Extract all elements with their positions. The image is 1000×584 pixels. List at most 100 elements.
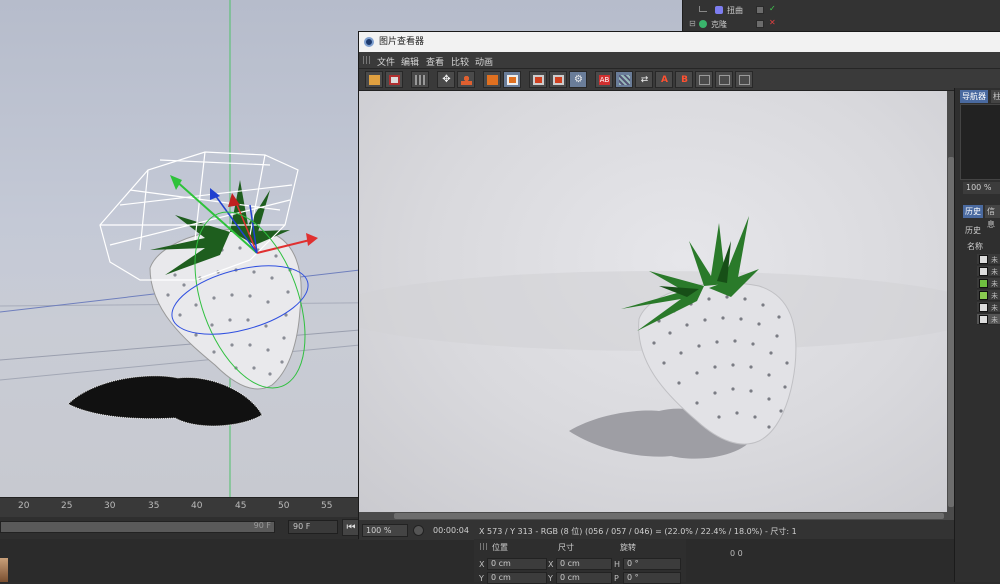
timeline-ruler[interactable]: 20 25 30 35 40 45 50 55	[0, 497, 360, 517]
rotation-h-field[interactable]: 0 °	[623, 558, 681, 570]
cinema4d-logo-icon	[364, 37, 374, 47]
viewer-title: 图片查看器	[379, 37, 425, 47]
gear-icon: ⚙	[574, 74, 583, 85]
size-x-field[interactable]: 0 cm	[556, 558, 612, 570]
object-name: 扭曲	[727, 6, 743, 15]
position-header: 位置	[492, 543, 508, 552]
move-button[interactable]: ✥	[437, 71, 455, 88]
picture-viewer-window: 图片查看器 文件 编辑 查看 比较 动画 ✥ ⚙ AB ⇄ A B 100 % …	[358, 31, 1000, 540]
tab-histogram[interactable]: 柱	[991, 90, 1000, 103]
set-b-button[interactable]: B	[675, 71, 693, 88]
history-thumbnail	[979, 303, 988, 312]
ruler-label: 30	[104, 501, 116, 511]
viewer-status-bar: 100 % 00:00:04 X 573 / Y 313 - RGB (8 位)…	[359, 520, 1000, 540]
tab-info[interactable]: 信息	[985, 205, 1000, 229]
menu-edit[interactable]: 编辑	[401, 55, 419, 68]
ab-icon: AB	[599, 75, 610, 85]
history-item[interactable]: 未	[977, 302, 1000, 313]
user-icon	[461, 75, 472, 85]
compare-icon	[739, 75, 750, 85]
ruler-label: 25	[61, 501, 73, 511]
swap-button[interactable]: ⇄	[635, 71, 653, 88]
history-item-selected[interactable]: 未	[977, 314, 1000, 325]
history-thumbnail	[979, 267, 988, 276]
grip-icon	[480, 543, 487, 550]
viewer-title-bar[interactable]: 图片查看器	[359, 32, 1000, 52]
history-item[interactable]: 未	[977, 266, 1000, 277]
menu-file[interactable]: 文件	[377, 55, 395, 68]
history-label: 历史	[965, 226, 981, 235]
rotation-header: 旋转	[620, 543, 636, 552]
render-image-area[interactable]	[359, 91, 947, 512]
navigator-zoom[interactable]: 100 %	[963, 182, 1000, 194]
visibility-toggle[interactable]	[756, 20, 764, 28]
compare-left-button[interactable]	[695, 71, 713, 88]
viewer-toolbar: ✥ ⚙ AB ⇄ A B	[359, 69, 1000, 91]
tab-history[interactable]: 历史	[963, 205, 983, 218]
menu-compare[interactable]: 比较	[451, 55, 469, 68]
user-button[interactable]	[457, 71, 475, 88]
object-row-bend[interactable]: 扭曲 ✓	[683, 4, 1000, 17]
save-icon	[389, 75, 400, 85]
grip-icon	[363, 56, 371, 64]
history-item[interactable]: 未	[977, 278, 1000, 289]
menu-view[interactable]: 查看	[426, 55, 444, 68]
rotation-p-field[interactable]: 0 °	[623, 572, 681, 584]
filter-icon	[507, 75, 518, 85]
render-button[interactable]	[549, 71, 567, 88]
letter-b-icon: B	[681, 75, 688, 85]
zoom-field[interactable]: 100 %	[362, 524, 408, 537]
ab-compare-button[interactable]: AB	[595, 71, 613, 88]
size-y-field[interactable]: 0 cm	[556, 572, 612, 584]
coordinates-panel: 位置 尺寸 旋转 X 0 cm X 0 cm H 0 ° Y 0 cm Y 0 …	[474, 539, 686, 584]
history-thumbnail	[979, 315, 988, 324]
compare-right-button[interactable]	[715, 71, 733, 88]
enabled-check-icon[interactable]: ✓	[769, 4, 776, 13]
letter-a-icon: A	[661, 75, 668, 85]
axis-label: H	[614, 560, 621, 569]
attribute-area: 0 0	[686, 539, 954, 582]
pixel-info: X 573 / Y 313 - RGB (8 位) (056 / 057 / 0…	[479, 527, 797, 536]
frame-end-label: 90 F	[253, 521, 271, 530]
filter-button[interactable]	[503, 71, 521, 88]
tree-connector-icon	[699, 6, 707, 12]
history-thumbnail	[979, 279, 988, 288]
save-button[interactable]	[385, 71, 403, 88]
tab-navigator[interactable]: 导航器	[960, 90, 988, 103]
navigator-preview[interactable]	[960, 104, 1000, 180]
split-button[interactable]	[615, 71, 633, 88]
history-item[interactable]: 未	[977, 290, 1000, 301]
ruler-label: 40	[191, 501, 203, 511]
disabled-x-icon[interactable]: ✕	[769, 18, 776, 27]
compare-diff-button[interactable]	[735, 71, 753, 88]
strawberry-shadow	[67, 375, 263, 427]
ruler-label: 35	[148, 501, 160, 511]
open-button[interactable]	[365, 71, 383, 88]
timecode: 00:00:04	[433, 526, 469, 535]
object-row-cloner[interactable]: ⊟ 克隆 ✕	[683, 18, 1000, 31]
collapse-icon[interactable]: ⊟	[689, 19, 696, 28]
play-button[interactable]	[413, 525, 424, 536]
open-folder-icon	[369, 75, 380, 85]
history-item[interactable]: 未	[977, 254, 1000, 265]
layer-button[interactable]	[483, 71, 501, 88]
visibility-toggle[interactable]	[756, 6, 764, 14]
material-manager	[0, 539, 482, 582]
region-icon	[533, 75, 544, 85]
material-thumbnail[interactable]	[0, 558, 8, 582]
bend-deformer-icon	[715, 6, 723, 14]
frame-max-field[interactable]: 90 F	[288, 520, 338, 534]
frame-range-slider[interactable]	[0, 521, 275, 533]
history-thumbnail	[979, 291, 988, 300]
grid-button[interactable]	[411, 71, 429, 88]
region-render-button[interactable]	[529, 71, 547, 88]
position-x-field[interactable]: 0 cm	[487, 558, 547, 570]
position-y-field[interactable]: 0 cm	[487, 572, 547, 584]
name-column-header: 名称	[967, 242, 983, 251]
skip-back-icon: ⏮	[346, 522, 356, 533]
horizontal-scroll-thumb[interactable]	[394, 513, 944, 519]
gear-render-button[interactable]: ⚙	[569, 71, 587, 88]
set-a-button[interactable]: A	[655, 71, 673, 88]
object-manager: 扭曲 ✓ ⊟ 克隆 ✕	[682, 0, 1000, 32]
menu-animation[interactable]: 动画	[475, 55, 493, 68]
